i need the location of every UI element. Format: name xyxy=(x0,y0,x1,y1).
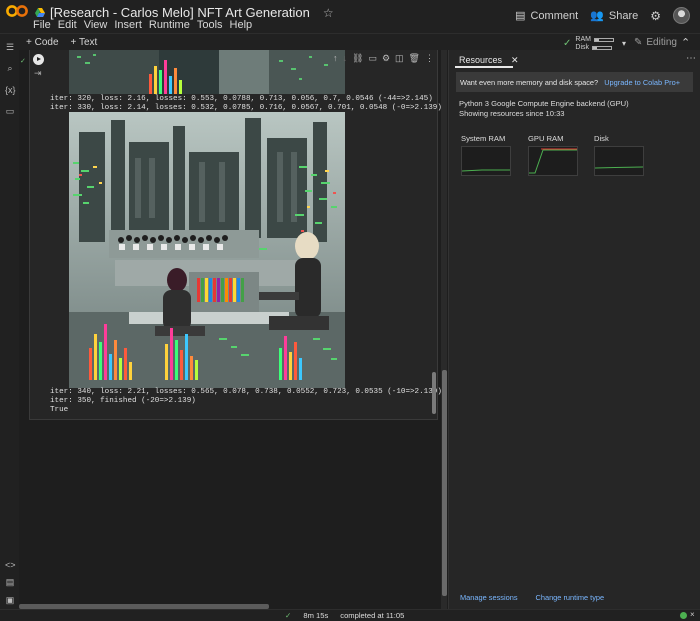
menu-tools[interactable]: Tools xyxy=(197,19,223,31)
menu-file[interactable]: File xyxy=(33,19,51,31)
variables-icon[interactable]: {x} xyxy=(5,85,16,95)
execution-completed: completed at 11:05 xyxy=(340,611,405,620)
menu-insert[interactable]: Insert xyxy=(114,19,142,31)
gpu-ram-gauge: GPU RAM xyxy=(528,134,578,176)
doc-title[interactable]: [Research - Carlos Melo] NFT Art Generat… xyxy=(50,5,310,20)
mirror-cell-icon[interactable]: ◫ xyxy=(395,53,404,64)
menu-bar: File Edit View Insert Runtime Tools Help xyxy=(33,19,252,31)
add-text-button[interactable]: + Text xyxy=(71,37,98,48)
output-line: iter: 350, finished (-20=>2.139) xyxy=(50,397,196,405)
share-label: Share xyxy=(608,9,639,22)
disk-bar-fill xyxy=(593,46,597,49)
status-bar: ✓ 8m 15s completed at 11:05 × xyxy=(0,609,700,621)
cell-executed-check-icon: ✓ xyxy=(20,58,26,65)
more-horiz-icon[interactable]: ⋯ xyxy=(686,53,696,64)
share-button[interactable]: 👥 Share xyxy=(590,9,639,23)
resources-tab[interactable]: Resources xyxy=(459,55,502,66)
since-line: Showing resources since 10:33 xyxy=(459,109,565,118)
pencil-icon: ✎ xyxy=(634,37,643,48)
backend-line: Python 3 Google Compute Engine backend (… xyxy=(459,99,629,108)
generated-image-previous xyxy=(69,50,345,94)
gauge-label: System RAM xyxy=(461,134,506,143)
connection-status-icon xyxy=(680,612,687,619)
cell-output-scrollbar[interactable] xyxy=(432,372,436,414)
code-snippets-icon[interactable]: <> xyxy=(5,560,16,570)
resources-panel: Resources ✕ ⋯ Want even more memory and … xyxy=(448,50,700,610)
ram-label: RAM xyxy=(575,36,591,43)
menu-help[interactable]: Help xyxy=(230,19,253,31)
run-cell-button[interactable] xyxy=(33,54,44,65)
backend-info: Python 3 Google Compute Engine backend (… xyxy=(459,99,629,119)
notebook-area[interactable]: ↑ ↓ ⛓ ▭ ⚙ ◫ 🗑 ⋮ ✓ ⇥ iter: 320, loss: 2.1… xyxy=(19,50,450,610)
people-icon: 👥 xyxy=(590,10,604,22)
disk-graph xyxy=(594,146,644,176)
editing-mode-button[interactable]: ✎ Editing xyxy=(634,37,677,48)
output-result: True xyxy=(50,406,69,414)
close-icon[interactable]: ✕ xyxy=(511,55,519,66)
link-icon[interactable]: ⛓ xyxy=(352,53,363,64)
cell-toolbar: ↑ ↓ ⛓ ▭ ⚙ ◫ 🗑 ⋮ xyxy=(333,53,434,64)
manage-sessions-link[interactable]: Manage sessions xyxy=(460,593,518,602)
editing-label: Editing xyxy=(646,37,677,48)
ram-bar-fill xyxy=(594,38,600,41)
avatar[interactable] xyxy=(673,7,690,24)
comment-label: Comment xyxy=(530,9,579,22)
generated-image xyxy=(69,112,345,388)
success-check-icon: ✓ xyxy=(285,611,292,620)
menu-runtime[interactable]: Runtime xyxy=(149,19,190,31)
google-drive-icon xyxy=(35,8,45,17)
output-line: iter: 340, loss: 2.21, losses: 0.565, 0.… xyxy=(50,388,442,396)
chevron-down-icon[interactable]: ▾ xyxy=(622,39,626,48)
add-code-button[interactable]: + Code xyxy=(26,37,59,48)
system-ram-gauge: System RAM xyxy=(461,134,511,176)
terminal-icon[interactable]: ▣ xyxy=(5,595,15,605)
notebook-scrollbar-thumb[interactable] xyxy=(442,370,447,596)
upgrade-banner: Want even more memory and disk space? Up… xyxy=(456,72,693,92)
execution-duration: 8m 15s xyxy=(303,611,329,620)
search-icon[interactable]: ⌕ xyxy=(5,63,15,73)
menu-edit[interactable]: Edit xyxy=(58,19,77,31)
settings-cell-icon[interactable]: ⚙ xyxy=(382,53,390,64)
more-vert-icon[interactable]: ⋮ xyxy=(425,53,434,64)
ram-disk-indicator[interactable]: ✓ RAM Disk ▾ xyxy=(563,36,626,51)
comment-button[interactable]: ▤ Comment xyxy=(515,9,579,23)
left-sidebar: ☰ ⌕ {x} ▭ <> ▤ ▣ xyxy=(0,34,19,621)
upgrade-link[interactable]: Upgrade to Colab Pro+ xyxy=(604,78,680,87)
connected-check-icon: ✓ xyxy=(563,38,572,49)
output-line: iter: 320, loss: 2.16, losses: 0.553, 0.… xyxy=(50,95,433,103)
comment-cell-icon[interactable]: ▭ xyxy=(368,53,377,64)
disk-gauge: Disk xyxy=(594,134,644,176)
gear-icon[interactable]: ⚙ xyxy=(650,9,661,23)
folder-icon[interactable]: ▭ xyxy=(5,106,15,116)
notebook-toolbar: + Code + Text ✓ RAM Disk ▾ ✎ Editing ⌃ xyxy=(0,33,700,51)
move-down-icon[interactable]: ↓ xyxy=(343,53,348,64)
disk-bar xyxy=(592,45,613,50)
system-ram-graph xyxy=(461,146,511,176)
table-of-contents-icon[interactable]: ☰ xyxy=(5,42,15,52)
delete-icon[interactable]: 🗑 xyxy=(409,53,420,64)
chevron-up-icon[interactable]: ⌃ xyxy=(681,36,690,49)
menu-view[interactable]: View xyxy=(84,19,108,31)
star-icon[interactable]: ☆ xyxy=(323,6,334,20)
upgrade-text: Want even more memory and disk space? xyxy=(460,78,599,87)
close-status-icon[interactable]: × xyxy=(690,610,695,619)
ram-bar xyxy=(593,37,614,42)
comment-icon: ▤ xyxy=(515,10,526,22)
move-up-icon[interactable]: ↑ xyxy=(333,53,338,64)
header: [Research - Carlos Melo] NFT Art Generat… xyxy=(0,0,700,34)
colab-logo-icon[interactable] xyxy=(6,4,28,18)
gauge-label: Disk xyxy=(594,134,609,143)
gpu-ram-graph xyxy=(528,146,578,176)
change-runtime-link[interactable]: Change runtime type xyxy=(536,593,605,602)
output-options-icon[interactable]: ⇥ xyxy=(34,68,42,79)
active-tab-indicator xyxy=(455,66,513,68)
command-palette-icon[interactable]: ▤ xyxy=(5,577,15,587)
gauge-label: GPU RAM xyxy=(528,134,564,143)
